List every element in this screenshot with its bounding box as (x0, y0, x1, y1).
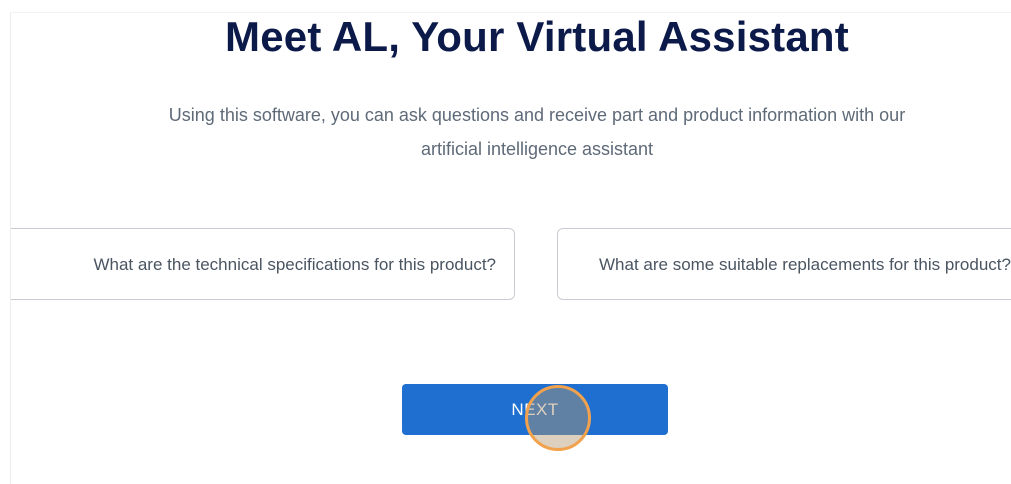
suggestion-card-label: What are the technical specifications fo… (93, 255, 496, 274)
suggestion-card-label: What are some suitable replacements for … (599, 255, 1011, 274)
assistant-intro-page: Meet AL, Your Virtual Assistant Using th… (0, 0, 1011, 484)
suggestion-card-technical-specs[interactable]: What are the technical specifications fo… (11, 228, 515, 300)
suggestion-card-replacements[interactable]: What are some suitable replacements for … (557, 228, 1011, 300)
next-button[interactable]: NEXT (402, 384, 668, 435)
